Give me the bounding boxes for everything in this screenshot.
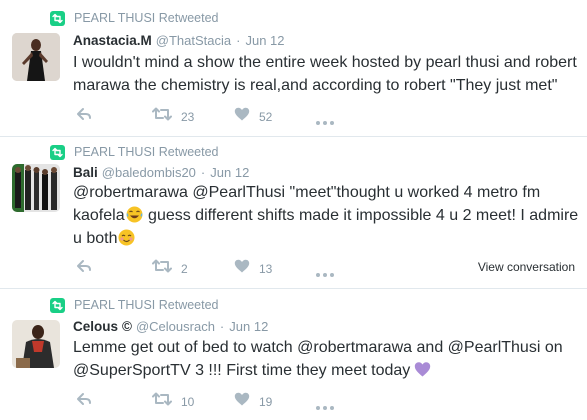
retweet-button[interactable]: 23	[152, 107, 194, 126]
retweet-button[interactable]: 2	[152, 259, 188, 278]
more-button[interactable]	[316, 112, 334, 130]
author-handle[interactable]: @Celousrach	[136, 319, 215, 334]
retweet-count: 23	[181, 109, 195, 124]
retweet-icon	[152, 107, 172, 126]
author-handle[interactable]: @baledombis20	[102, 165, 196, 180]
retweet-icon	[50, 10, 65, 26]
retweet-count: 2	[181, 261, 188, 276]
view-conversation-link[interactable]: View conversation	[478, 260, 575, 274]
reply-button[interactable]	[76, 259, 92, 278]
like-count: 19	[259, 394, 273, 409]
reply-icon	[76, 259, 92, 278]
author-handle[interactable]: @ThatStacia	[156, 33, 231, 48]
heart-icon	[234, 392, 250, 411]
retweet-icon	[152, 392, 172, 411]
retweeted-by-label: PEARL THUSI Retweeted	[74, 298, 219, 312]
retweeted-by-label: PEARL THUSI Retweeted	[74, 145, 219, 159]
avatar[interactable]	[12, 164, 60, 212]
like-button[interactable]: 52	[234, 107, 272, 126]
separator: ·	[236, 33, 241, 48]
retweet-icon	[152, 259, 172, 278]
heart-icon	[234, 107, 250, 126]
tweet-actions: 10 19	[76, 392, 581, 410]
like-count: 52	[259, 109, 273, 124]
reply-icon	[76, 107, 92, 126]
tweet-header: Bali @baledombis20 · Jun 12	[73, 165, 249, 180]
tweet-actions: 2 13 View conversation	[76, 259, 581, 277]
retweeted-context: PEARL THUSI Retweeted	[50, 144, 219, 160]
more-button[interactable]	[316, 264, 334, 282]
smiling-face-emoji	[118, 229, 135, 246]
reply-button[interactable]	[76, 392, 92, 411]
like-button[interactable]: 13	[234, 259, 272, 278]
tweet-text-part: guess different shifts made it impossibl…	[73, 207, 579, 247]
more-button[interactable]	[316, 397, 334, 415]
retweeted-by-label: PEARL THUSI Retweeted	[74, 11, 219, 25]
reply-button[interactable]	[76, 107, 92, 126]
tweet-text: @robertmarawa @PearlThusi "meet"thought …	[73, 181, 581, 250]
timestamp[interactable]: Jun 12	[245, 33, 284, 48]
retweet-count: 10	[181, 394, 195, 409]
name-badge: ©	[122, 319, 132, 334]
heart-icon	[234, 259, 250, 278]
more-icon	[316, 397, 334, 415]
retweeted-context: PEARL THUSI Retweeted	[50, 297, 219, 313]
tweet-header: Anastacia.M @ThatStacia · Jun 12	[73, 33, 285, 48]
tweet-actions: 23 52	[76, 107, 581, 125]
retweet-icon	[50, 297, 65, 313]
tweet-header: Celous © @Celousrach · Jun 12	[73, 319, 268, 334]
more-icon	[316, 112, 334, 130]
timestamp[interactable]: Jun 12	[210, 165, 249, 180]
tweet[interactable]: PEARL THUSI Retweeted Celous © @Celousra…	[0, 288, 587, 420]
purple-heart-emoji	[414, 361, 431, 378]
like-count: 13	[259, 261, 273, 276]
separator: ·	[219, 319, 225, 334]
more-icon	[316, 264, 334, 282]
tweet[interactable]: PEARL THUSI Retweeted Bali @baledombis20…	[0, 136, 587, 288]
author-name[interactable]: Celous	[73, 319, 118, 334]
author-name[interactable]: Anastacia.M	[73, 33, 152, 48]
tears-of-joy-emoji	[126, 206, 143, 223]
like-button[interactable]: 19	[234, 392, 272, 411]
avatar[interactable]	[12, 320, 60, 368]
tweet-text: Lemme get out of bed to watch @robertmar…	[73, 336, 581, 382]
author-name[interactable]: Bali	[73, 165, 98, 180]
retweeted-context: PEARL THUSI Retweeted	[50, 10, 219, 26]
retweet-button[interactable]: 10	[152, 392, 194, 411]
tweet-text-part: Lemme get out of bed to watch @robertmar…	[73, 339, 563, 379]
tweet[interactable]: PEARL THUSI Retweeted Anastacia.M @ThatS…	[0, 0, 587, 136]
timestamp[interactable]: Jun 12	[229, 319, 268, 334]
reply-icon	[76, 392, 92, 411]
retweet-icon	[50, 144, 65, 160]
tweet-text: I wouldn't mind a show the entire week h…	[73, 54, 577, 94]
separator: ·	[200, 165, 206, 180]
avatar[interactable]	[12, 33, 60, 81]
